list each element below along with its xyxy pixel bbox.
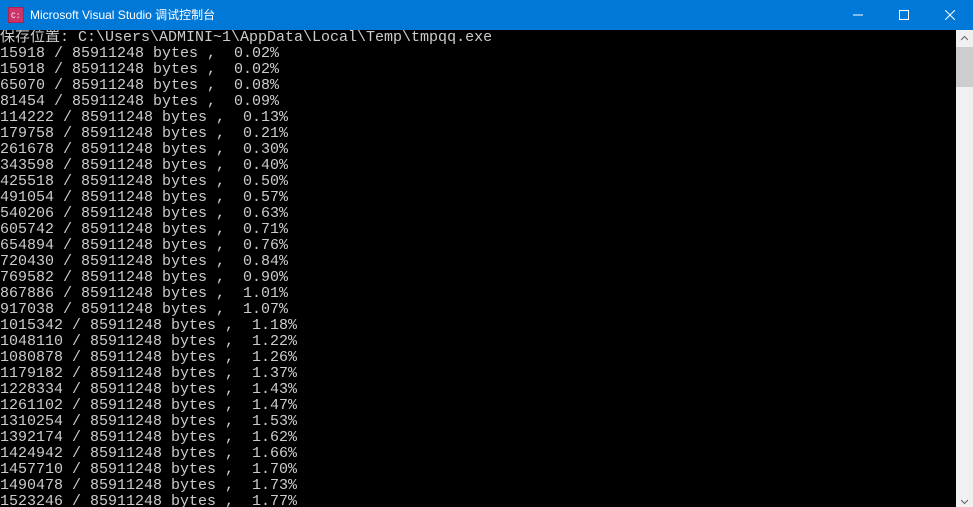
scroll-thumb[interactable]	[956, 47, 973, 87]
scroll-track[interactable]	[956, 47, 973, 493]
close-button[interactable]	[927, 0, 973, 30]
vertical-scrollbar[interactable]	[956, 30, 973, 507]
scroll-up-button[interactable]	[956, 30, 973, 47]
close-icon	[945, 10, 955, 20]
arrow-down-icon	[961, 498, 968, 505]
console-output[interactable]: 保存位置: C:\Users\ADMINI~1\AppData\Local\Te…	[0, 30, 956, 507]
debug-console-window: C:\ Microsoft Visual Studio 调试控制台 保存位置: …	[0, 0, 973, 507]
client-area: 保存位置: C:\Users\ADMINI~1\AppData\Local\Te…	[0, 30, 973, 507]
minimize-icon	[853, 10, 863, 20]
maximize-icon	[899, 10, 909, 20]
minimize-button[interactable]	[835, 0, 881, 30]
app-icon: C:\	[8, 7, 24, 23]
titlebar[interactable]: C:\ Microsoft Visual Studio 调试控制台	[0, 0, 973, 30]
scroll-down-button[interactable]	[956, 493, 973, 507]
arrow-up-icon	[961, 35, 968, 42]
svg-text:C:\: C:\	[11, 12, 21, 20]
window-title: Microsoft Visual Studio 调试控制台	[30, 0, 215, 30]
maximize-button[interactable]	[881, 0, 927, 30]
